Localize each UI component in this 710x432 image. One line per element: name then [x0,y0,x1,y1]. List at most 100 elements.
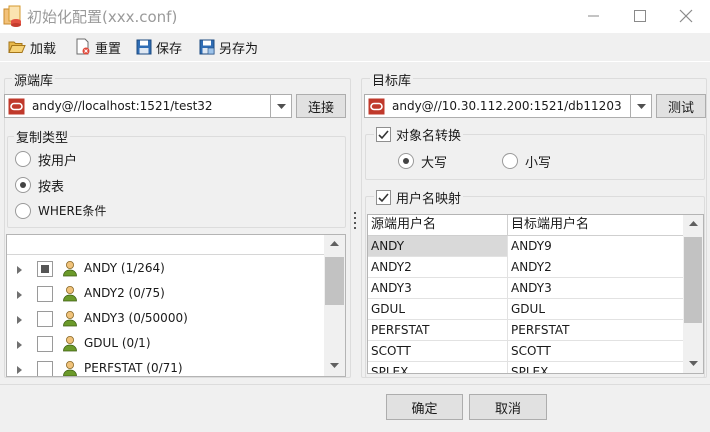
scroll-up-icon[interactable] [689,221,698,226]
tree-item[interactable]: PERFSTAT (0/71) [7,357,325,376]
tree-item-label: ANDY3 (0/50000) [84,311,188,325]
save-as-button[interactable]: 另存为 [199,33,258,61]
reset-button[interactable]: 重置 [75,33,121,61]
maximize-icon [634,10,646,22]
table-row[interactable]: ANDY3 ANDY3 [368,278,683,299]
user-mapping-checkbox[interactable] [376,190,391,205]
scroll-up-icon[interactable] [330,241,339,246]
app-icon [3,5,23,27]
close-button[interactable] [663,0,709,32]
cancel-button-label: 取消 [494,401,521,417]
tree-item[interactable]: ANDY3 (0/50000) [7,307,325,332]
table-row[interactable]: SPLEX SPLEX [368,362,683,373]
user-mapping-grid[interactable]: 源端用户名 目标端用户名 ANDY ANDY9 ANDY2 ANDY2 ANDY… [367,214,704,374]
scroll-down-icon[interactable] [689,361,698,366]
save-button[interactable]: 保存 [136,33,182,61]
source-connection-dropdown[interactable] [270,95,291,117]
target-user-cell[interactable]: ANDY9 [508,236,683,257]
source-user-cell[interactable]: GDUL [368,299,508,320]
user-icon [63,261,77,277]
reset-document-icon [76,38,90,55]
source-user-cell[interactable]: PERFSTAT [368,320,508,341]
target-user-cell[interactable]: SPLEX [508,362,683,373]
table-row[interactable]: ANDY2 ANDY2 [368,257,683,278]
source-user-cell[interactable]: ANDY2 [368,257,508,278]
source-user-cell[interactable]: ANDY3 [368,278,508,299]
tree-item[interactable]: ANDY (1/264) [7,257,325,282]
load-button[interactable]: 加载 [8,33,56,61]
source-user-cell[interactable]: SPLEX [368,362,508,373]
test-button-label: 测试 [667,100,694,116]
uppercase-label: 大写 [421,156,448,171]
maximize-button[interactable] [617,0,663,32]
load-label: 加载 [30,41,57,57]
expand-arrow-icon[interactable] [17,341,22,349]
user-icon [63,311,77,327]
oracle-icon [8,98,25,115]
tree-filter-input[interactable] [7,235,325,255]
expand-arrow-icon[interactable] [17,366,22,374]
tree-item[interactable]: ANDY2 (0/75) [7,282,325,307]
close-icon [679,9,693,23]
tree-item-checkbox[interactable] [37,311,53,327]
rename-checkbox[interactable] [376,127,391,142]
cancel-button[interactable]: 取消 [469,394,547,420]
uppercase-radio[interactable] [398,153,414,169]
ok-button-label: 确定 [411,401,438,417]
connect-button[interactable]: 连接 [296,94,346,118]
minimize-button[interactable] [571,0,617,32]
table-row[interactable]: GDUL GDUL [368,299,683,320]
expand-arrow-icon[interactable] [17,316,22,324]
table-row[interactable]: ANDY ANDY9 [368,236,683,257]
source-user-cell[interactable]: SCOTT [368,341,508,362]
tree-item-checkbox[interactable] [37,261,53,277]
source-tree[interactable]: ANDY (1/264) ANDY2 (0/75) ANDY3 (0/50000… [6,234,346,377]
source-user-cell[interactable]: ANDY [368,236,508,257]
chevron-down-icon [636,103,646,109]
test-button[interactable]: 测试 [656,94,706,118]
copy-type-by-table-radio[interactable] [15,177,31,193]
rename-legend-label: 对象名转换 [396,129,462,144]
expand-arrow-icon[interactable] [17,266,22,274]
tree-item-checkbox[interactable] [37,286,53,302]
lowercase-radio[interactable] [502,153,518,169]
target-user-cell[interactable]: PERFSTAT [508,320,683,341]
tree-item-checkbox[interactable] [37,336,53,352]
table-row[interactable]: PERFSTAT PERFSTAT [368,320,683,341]
tree-item-label: ANDY (1/264) [84,261,165,275]
rename-legend: 对象名转换 [374,125,464,144]
target-user-cell[interactable]: ANDY3 [508,278,683,299]
copy-type-by-user-radio[interactable] [15,151,31,167]
target-user-cell[interactable]: GDUL [508,299,683,320]
footer: 确定 取消 [0,384,710,432]
target-user-cell[interactable]: SCOTT [508,341,683,362]
target-user-cell[interactable]: ANDY2 [508,257,683,278]
grid-scrollbar[interactable] [683,215,703,373]
column-header-target-user[interactable]: 目标端用户名 [508,215,683,236]
copy-type-where-radio[interactable] [15,203,31,219]
oracle-icon [368,98,385,115]
source-legend: 源端库 [12,70,56,89]
tree-scrollbar[interactable] [324,235,345,376]
table-row[interactable]: SCOTT SCOTT [368,341,683,362]
column-header-source-user[interactable]: 源端用户名 [368,215,508,236]
user-mapping-legend: 用户名映射 [374,188,464,207]
source-connection-combo[interactable]: andy@//localhost:1521/test32 [4,94,292,118]
panel-splitter[interactable] [353,212,357,234]
title-bar[interactable]: 初始化配置(xxx.conf) [0,0,710,32]
check-icon [378,130,389,140]
ok-button[interactable]: 确定 [386,394,463,420]
scroll-down-icon[interactable] [330,363,339,368]
tree-item[interactable]: GDUL (0/1) [7,332,325,357]
tree-item-checkbox[interactable] [37,361,53,376]
expand-arrow-icon[interactable] [17,291,22,299]
user-icon [63,336,77,352]
save-as-label: 另存为 [219,41,259,57]
tree-scroll-thumb[interactable] [325,257,344,305]
target-connection-dropdown[interactable] [630,95,651,117]
grid-scroll-thumb[interactable] [684,237,702,323]
target-connection-combo[interactable]: andy@//10.30.112.200:1521/db11203 [364,94,652,118]
window-title: 初始化配置(xxx.conf) [27,8,178,26]
tree-item-label: GDUL (0/1) [84,336,151,350]
copy-type-where-label: WHERE条件 [38,204,107,218]
